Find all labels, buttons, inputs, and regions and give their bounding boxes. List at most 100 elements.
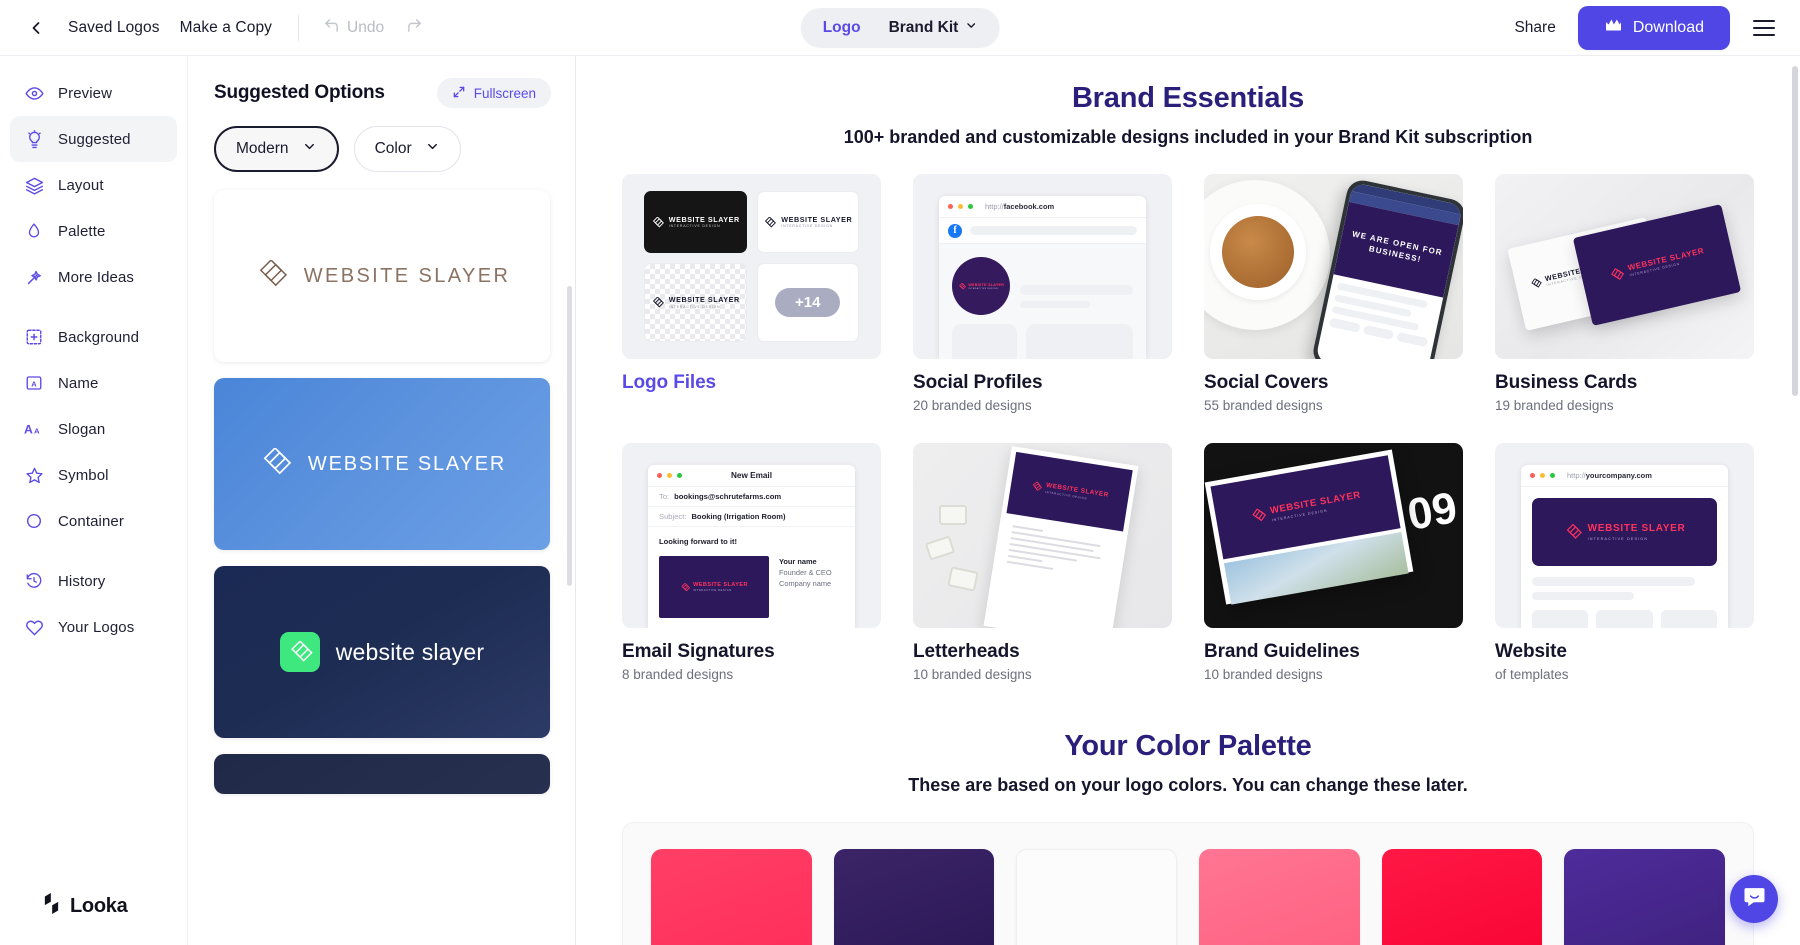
make-a-copy-link[interactable]: Make a Copy [170, 13, 282, 43]
tile-website[interactable]: http://yourcompany.com WEBSITE SLAYER IN… [1495, 443, 1754, 682]
mini-text: WEBSITE SLAYER INTERACTIVE DESIGN [668, 214, 740, 229]
logo-files-mini-grid: WEBSITE SLAYER INTERACTIVE DESIGN WEBSIT… [644, 191, 859, 342]
sidebar-item-label: Name [58, 374, 99, 392]
filter-color-label: Color [374, 140, 412, 157]
chat-bubble-icon [1742, 884, 1767, 914]
main-scrollbar[interactable] [1792, 66, 1798, 396]
color-palette-subtitle: These are based on your logo colors. You… [908, 775, 1468, 795]
tile-meta: 19 branded designs [1495, 398, 1614, 413]
sidebar-item-label: Slogan [58, 420, 106, 438]
tab-logo[interactable]: Logo [809, 13, 875, 43]
color-swatch[interactable]: #ff325d [651, 849, 812, 945]
tile-social-profiles[interactable]: http://facebook.com f WEBSITE SLAYER INT… [913, 174, 1172, 413]
undo-arrow-icon [323, 17, 340, 39]
sidebar-item-symbol[interactable]: Symbol [10, 452, 177, 498]
tab-brand-kit[interactable]: Brand Kit [875, 13, 992, 43]
sidebar-item-name[interactable]: A Name [10, 360, 177, 406]
double-diamond-icon [258, 446, 292, 481]
facebook-icon: f [948, 223, 962, 238]
color-swatch[interactable]: #fcfcfc [1016, 849, 1177, 945]
background-grid-icon [24, 327, 44, 347]
mode-toggle-pill: Logo Brand Kit [800, 7, 1000, 48]
facebook-navbar: f [939, 218, 1146, 244]
sidebar-item-container[interactable]: Container [10, 498, 177, 544]
tile-logo-files[interactable]: WEBSITE SLAYER INTERACTIVE DESIGN WEBSIT… [622, 174, 881, 413]
sidebar-item-preview[interactable]: Preview [10, 70, 177, 116]
download-button[interactable]: Download [1577, 5, 1730, 50]
logo-option-card[interactable]: WEBSITE SLAYER [214, 190, 550, 362]
brand-guidelines-thumb: 09 WEBSITE SLAYER INTERACTIVE DESIGN [1204, 443, 1463, 628]
sidebar-item-slogan[interactable]: AA Slogan [10, 406, 177, 452]
toolbar-divider [298, 14, 300, 41]
sidebar-item-label: Symbol [58, 466, 109, 484]
tile-title: Social Covers [1204, 372, 1329, 393]
sidebar-divider-2 [0, 544, 187, 558]
logo-option-card[interactable] [214, 754, 550, 794]
sidebar-item-your-logos[interactable]: Your Logos [10, 604, 177, 650]
undo-label: Undo [347, 18, 385, 36]
clock-history-icon [24, 571, 44, 591]
sidebar-divider-1 [0, 300, 187, 314]
logo-file-variant-black: WEBSITE SLAYER INTERACTIVE DESIGN [644, 191, 747, 254]
filter-style-dropdown[interactable]: Modern [214, 126, 339, 172]
back-button[interactable] [14, 6, 58, 50]
sidebar-item-background[interactable]: Background [10, 314, 177, 360]
chat-widget-button[interactable] [1730, 875, 1778, 923]
tile-business-cards[interactable]: WEBSITE SLAYER INTERACTIVE DESIGN WEBSIT… [1495, 174, 1754, 413]
logo-files-thumb: WEBSITE SLAYER INTERACTIVE DESIGN WEBSIT… [622, 174, 881, 359]
traffic-light-yellow-icon [667, 473, 672, 478]
fullscreen-button[interactable]: Fullscreen [436, 78, 551, 108]
color-swatch[interactable]: #fe0035 [1381, 849, 1543, 945]
mini-text: WEBSITE SLAYER INTERACTIVE DESIGN [1587, 523, 1686, 541]
sidebar-item-layout[interactable]: Layout [10, 162, 177, 208]
filter-color-dropdown[interactable]: Color [353, 126, 461, 172]
feed-chip [1396, 332, 1429, 348]
tile-social-covers[interactable]: WE ARE OPEN FOR BUSINESS! Social Covers … [1204, 174, 1463, 413]
tile-meta: of templates [1495, 667, 1569, 682]
droplet-icon [24, 221, 44, 241]
sidebar-item-suggested[interactable]: Suggested [10, 116, 177, 162]
color-swatch[interactable]: #ff6585 [1199, 849, 1360, 945]
sidebar-item-history[interactable]: History [10, 558, 177, 604]
sidebar-item-label: Container [58, 512, 124, 530]
logo-lockup: website slayer [279, 632, 485, 672]
tile-meta: 10 branded designs [1204, 667, 1323, 682]
email-signature-text: Your name Founder & CEO Company name [779, 556, 832, 589]
browser-chrome-bar: http://facebook.com [939, 196, 1146, 218]
redo-arrow-icon [406, 17, 423, 39]
color-swatch[interactable]: #412384 [1564, 849, 1725, 945]
logo-wordmark: WEBSITE SLAYER [307, 452, 507, 475]
options-title: Suggested Options [214, 82, 385, 103]
tile-meta: 20 branded designs [913, 398, 1032, 413]
email-window-title: New Email [731, 471, 772, 480]
logo-file-more[interactable]: +14 [756, 263, 859, 342]
hamburger-menu-icon[interactable] [1742, 6, 1786, 50]
looka-logo-icon [42, 893, 61, 919]
undo-button[interactable]: Undo [315, 12, 392, 44]
logo-option-card[interactable]: WEBSITE SLAYER [214, 378, 550, 550]
saved-logos-link[interactable]: Saved Logos [58, 13, 170, 43]
color-swatch[interactable]: #2d185c [833, 849, 995, 945]
logo-option-card[interactable]: website slayer [214, 566, 550, 738]
magic-wand-icon [24, 267, 44, 287]
color-palette-panel: #ff325d #2d185c #fcfcfc #ff6585 #fe0035 … [622, 822, 1754, 945]
traffic-light-green-icon [1550, 473, 1555, 478]
tile-brand-guidelines[interactable]: 09 WEBSITE SLAYER INTERACTIVE DESIGN Bra… [1204, 443, 1463, 682]
share-button[interactable]: Share [1500, 11, 1569, 45]
sidebar-item-more-ideas[interactable]: More Ideas [10, 254, 177, 300]
options-panel-scrollbar[interactable] [567, 286, 572, 586]
tile-letterheads[interactable]: WEBSITE SLAYER INTERACTIVE DESIGN Letter… [913, 443, 1172, 682]
redo-button[interactable] [398, 12, 431, 44]
sidebar-item-palette[interactable]: Palette [10, 208, 177, 254]
sidebar-item-label: Your Logos [58, 618, 135, 636]
chevron-down-icon [964, 19, 977, 37]
layers-icon [24, 175, 44, 195]
coffee-shape [1222, 216, 1294, 288]
looka-brand-name: Looka [70, 894, 128, 917]
profile-body: WEBSITE SLAYER INTERACTIVE DESIGN [939, 244, 1146, 359]
mini-lockup: WEBSITE SLAYER INTERACTIVE DESIGN [1248, 489, 1362, 525]
crown-icon [1604, 18, 1623, 38]
browser-url: http://facebook.com [985, 202, 1055, 211]
tile-email-signatures[interactable]: New Email To: bookings@schrutefarms.com … [622, 443, 881, 682]
left-column-skeleton [952, 324, 1018, 359]
